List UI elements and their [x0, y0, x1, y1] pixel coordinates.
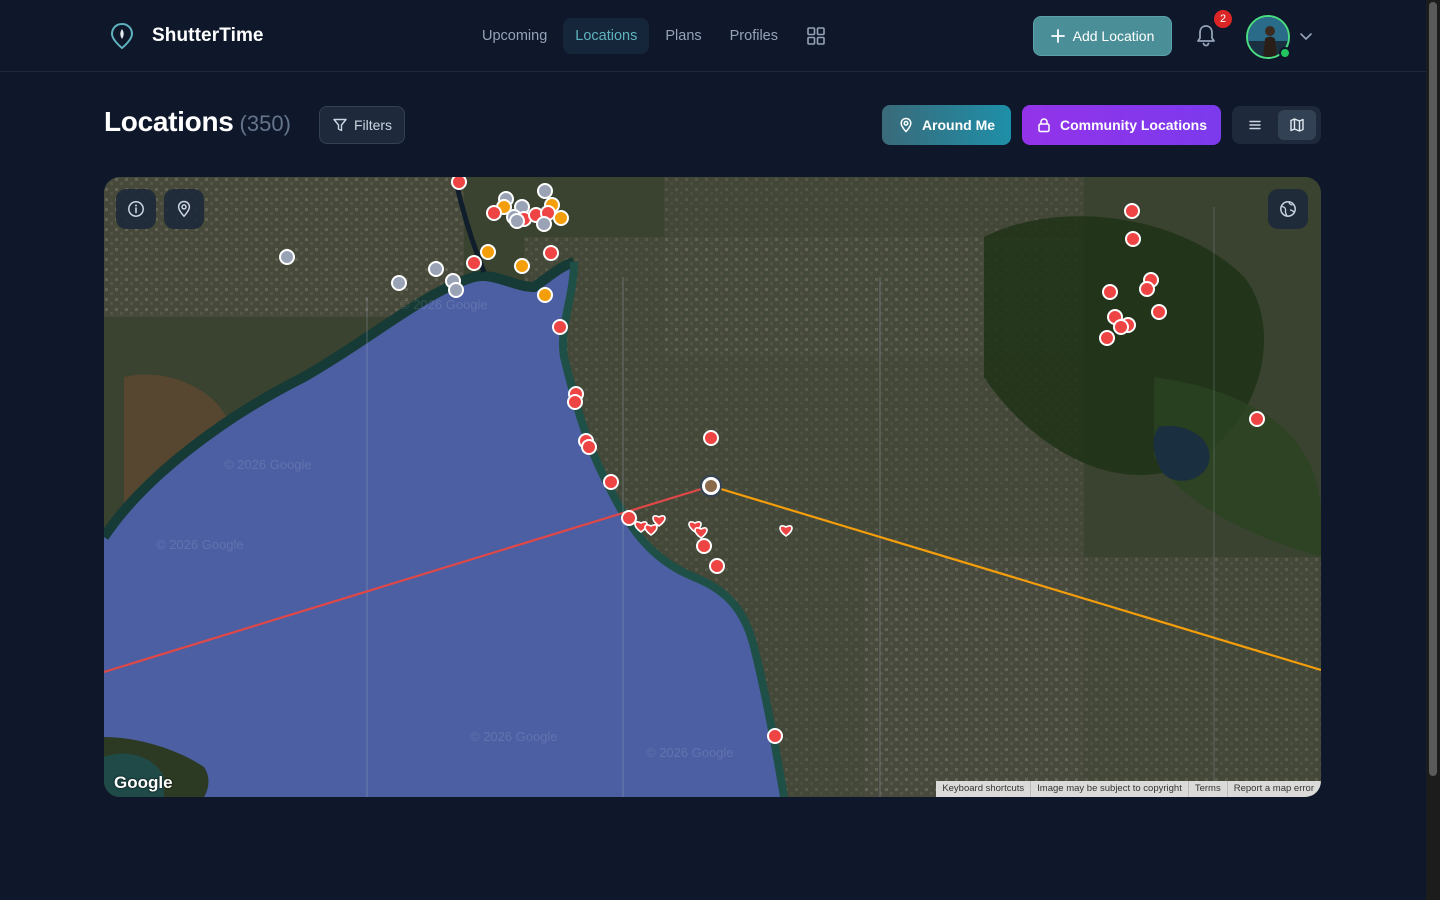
map-watermark: © 2026 Google	[400, 297, 488, 312]
locations-count: (350)	[239, 111, 291, 136]
chevron-down-icon[interactable]	[1298, 28, 1314, 44]
location-marker[interactable]	[709, 558, 725, 574]
filters-label: Filters	[353, 117, 393, 133]
location-marker[interactable]	[603, 474, 619, 490]
filter-icon	[333, 118, 347, 132]
location-marker[interactable]	[536, 216, 552, 232]
location-marker[interactable]	[1124, 203, 1140, 219]
community-locations-button[interactable]: Community Locations	[1022, 105, 1221, 145]
location-marker[interactable]	[1125, 231, 1141, 247]
list-view-button[interactable]	[1236, 110, 1274, 140]
top-navigation-bar: ShutterTime Upcoming Locations Plans Pro…	[0, 0, 1426, 72]
location-marker[interactable]	[1249, 411, 1265, 427]
map-watermark: © 2026 Google	[470, 729, 558, 744]
favorite-location-marker[interactable]	[779, 525, 793, 537]
location-marker[interactable]	[581, 439, 597, 455]
location-marker[interactable]	[486, 205, 502, 221]
location-marker[interactable]	[428, 261, 444, 277]
location-marker[interactable]	[480, 244, 496, 260]
filters-button[interactable]: Filters	[319, 106, 405, 144]
favorite-location-marker[interactable]	[644, 524, 658, 536]
plus-icon	[1050, 29, 1065, 43]
location-target-icon	[177, 200, 191, 218]
map-pin-icon	[900, 117, 912, 133]
location-marker[interactable]	[1099, 330, 1115, 346]
location-marker[interactable]	[696, 538, 712, 554]
around-me-label: Around Me	[921, 117, 996, 133]
nav-locations[interactable]: Locations	[563, 18, 650, 54]
location-marker[interactable]	[509, 213, 525, 229]
nav-upcoming[interactable]: Upcoming	[470, 18, 559, 54]
add-location-label: Add Location	[1072, 28, 1155, 44]
map-icon	[1290, 118, 1304, 132]
page-title: Locations (350)	[104, 106, 291, 138]
nav-profiles[interactable]: Profiles	[718, 18, 790, 54]
community-locations-label: Community Locations	[1059, 117, 1207, 133]
location-marker[interactable]	[1151, 304, 1167, 320]
location-marker[interactable]	[466, 255, 482, 271]
grid-icon	[807, 27, 825, 45]
location-marker[interactable]	[767, 728, 783, 744]
location-marker[interactable]	[537, 183, 553, 199]
notification-badge: 2	[1214, 10, 1232, 28]
location-pin-logo-icon	[110, 22, 134, 50]
location-marker[interactable]	[703, 430, 719, 446]
map-watermark: © 2026 Google	[224, 457, 312, 472]
scrollbar-thumb[interactable]	[1429, 2, 1437, 776]
lock-icon	[1038, 118, 1050, 133]
page-title-text: Locations	[104, 106, 234, 137]
map-locate-button[interactable]	[164, 189, 204, 229]
google-logo: Google	[114, 773, 173, 792]
location-marker[interactable]	[537, 287, 553, 303]
map-info-button[interactable]	[116, 189, 156, 229]
location-marker[interactable]	[451, 177, 467, 190]
map-layers-button[interactable]	[1268, 189, 1308, 229]
copyright-notice: Image may be subject to copyright	[1031, 781, 1189, 797]
location-marker[interactable]	[543, 245, 559, 261]
location-markers[interactable]	[104, 177, 1321, 797]
terms-link[interactable]: Terms	[1189, 781, 1228, 797]
report-map-error-link[interactable]: Report a map error	[1228, 781, 1321, 797]
list-icon	[1249, 120, 1261, 130]
location-marker[interactable]	[567, 394, 583, 410]
nav-plans[interactable]: Plans	[653, 18, 713, 54]
location-marker[interactable]	[448, 282, 464, 298]
apps-grid-button[interactable]	[798, 18, 834, 54]
keyboard-shortcuts-link[interactable]: Keyboard shortcuts	[936, 781, 1032, 797]
map-watermark: © 2026 Google	[156, 537, 244, 552]
favorite-location-marker[interactable]	[694, 527, 708, 539]
current-position-marker[interactable]	[700, 475, 722, 497]
around-me-button[interactable]: Around Me	[882, 105, 1011, 145]
brand[interactable]: ShutterTime	[108, 22, 264, 50]
globe-icon	[1280, 201, 1296, 217]
locations-map[interactable]: © 2026 Google © 2026 Google © 2026 Googl…	[104, 177, 1321, 797]
add-location-button[interactable]: Add Location	[1033, 16, 1172, 56]
map-watermark: © 2026 Google	[646, 745, 734, 760]
location-marker[interactable]	[1102, 284, 1118, 300]
bell-icon[interactable]	[1192, 22, 1220, 50]
location-marker[interactable]	[621, 510, 637, 526]
location-marker[interactable]	[1139, 281, 1155, 297]
location-marker[interactable]	[279, 249, 295, 265]
map-attribution: Keyboard shortcuts Image may be subject …	[936, 781, 1321, 797]
location-marker[interactable]	[391, 275, 407, 291]
app-name: ShutterTime	[152, 25, 264, 46]
online-status-indicator	[1279, 47, 1291, 59]
main-nav: Upcoming Locations Plans Profiles	[470, 18, 834, 54]
map-view-button[interactable]	[1278, 110, 1316, 140]
location-marker[interactable]	[552, 319, 568, 335]
location-marker[interactable]	[1113, 319, 1129, 335]
location-marker[interactable]	[514, 258, 530, 274]
location-marker[interactable]	[553, 210, 569, 226]
view-toggle	[1232, 106, 1321, 144]
info-icon	[128, 201, 144, 217]
